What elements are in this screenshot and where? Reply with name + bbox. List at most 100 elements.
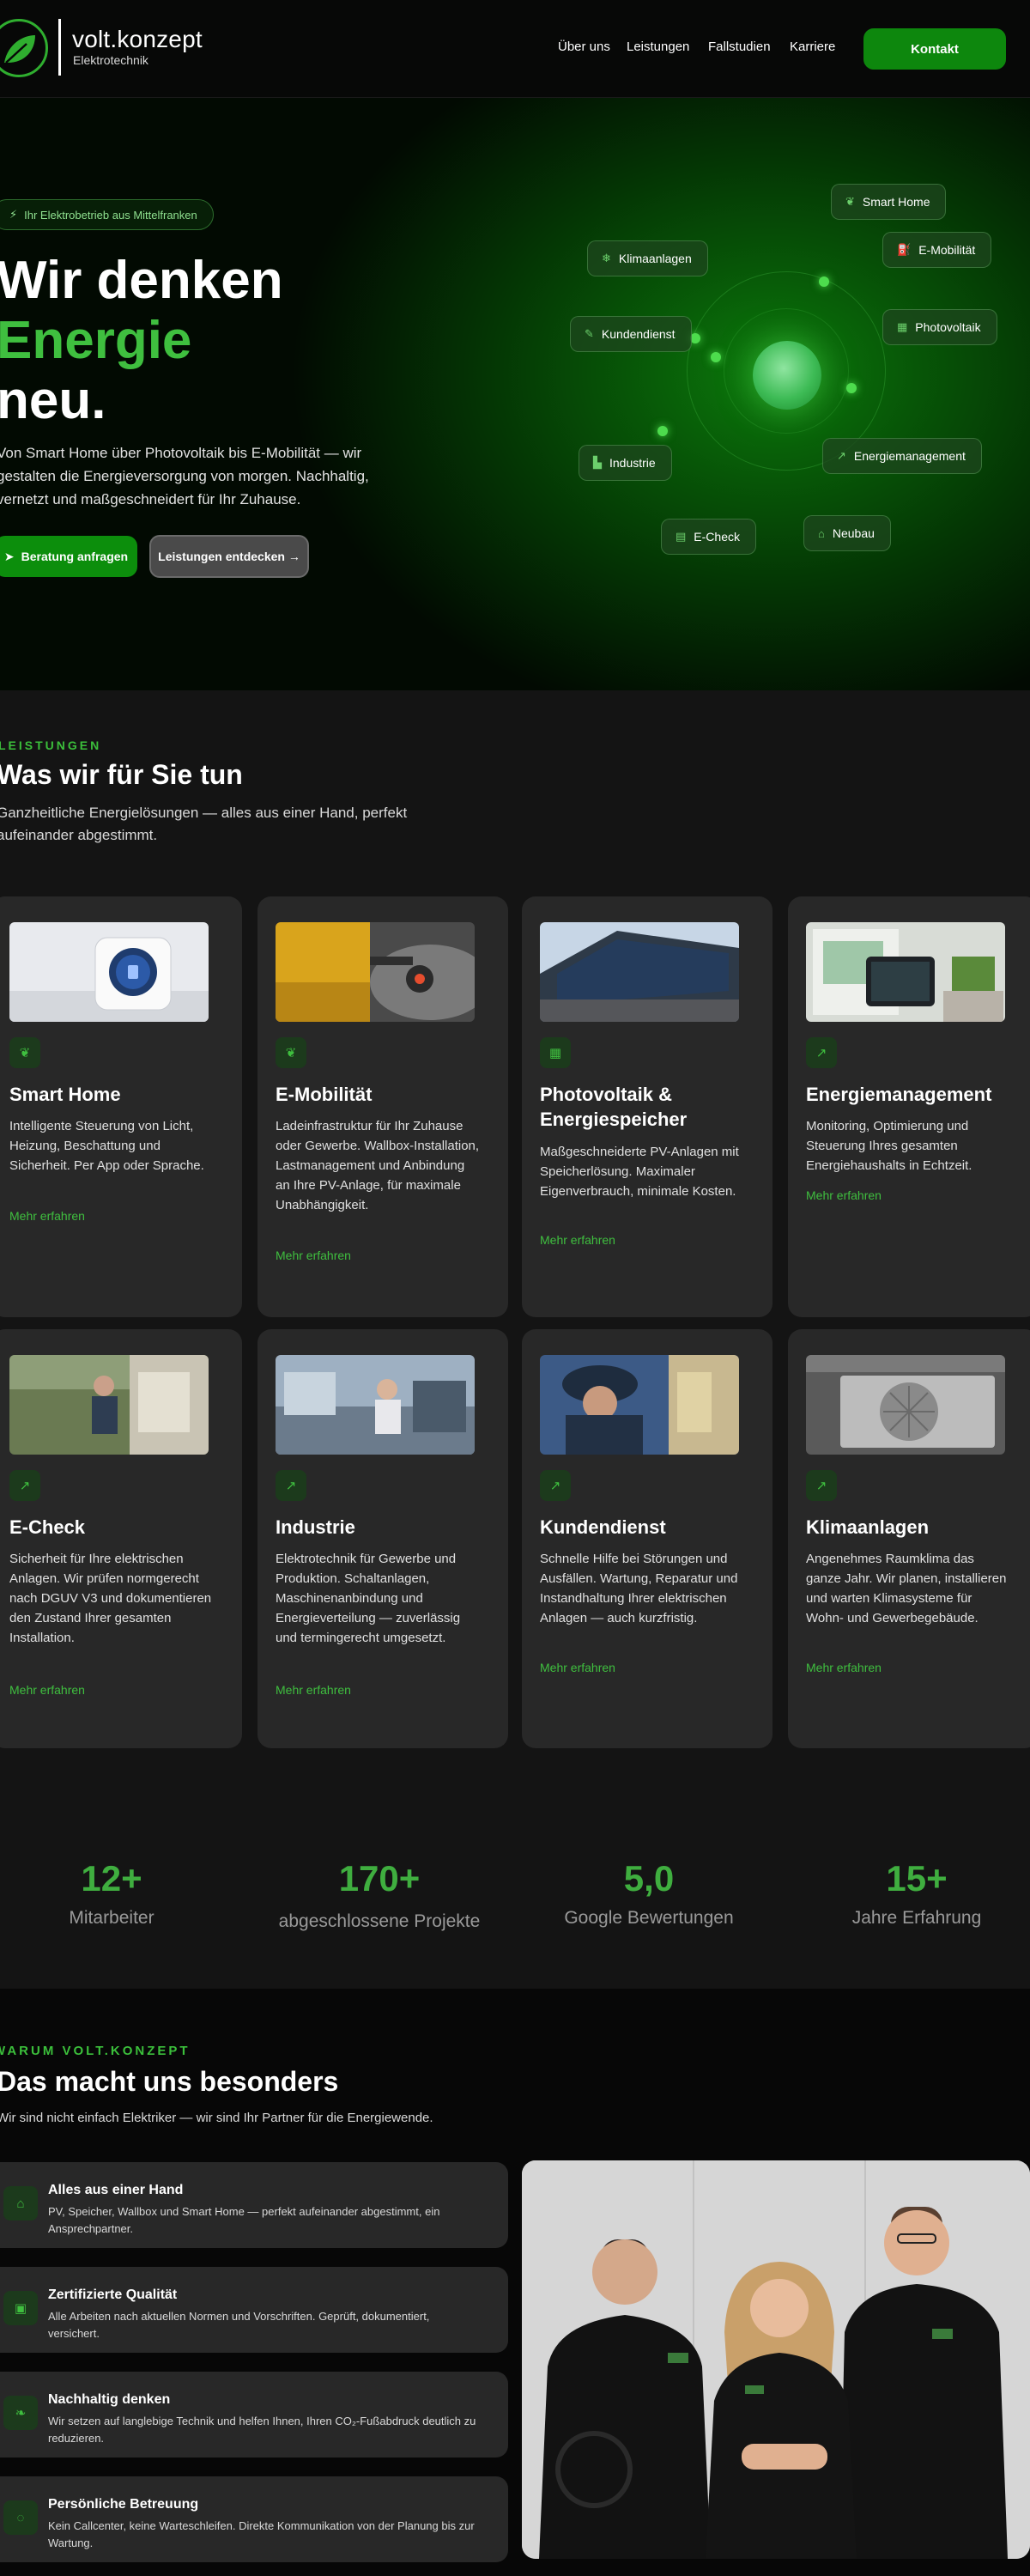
- stat-label: abgeschlossene Projekte: [278, 1911, 481, 1931]
- stat-label: Mitarbeiter: [69, 1908, 154, 1928]
- energy-orb: [753, 341, 821, 410]
- contact-button[interactable]: Kontakt: [863, 28, 1006, 70]
- card-more-link[interactable]: Mehr erfahren: [806, 1661, 882, 1674]
- chart-icon: ↗: [837, 449, 846, 462]
- e-mobility-image: [276, 922, 475, 1022]
- customer-service-image: [540, 1355, 739, 1455]
- card-text: Schnelle Hilfe bei Störungen und Ausfäll…: [540, 1552, 738, 1625]
- nav-fallstudien[interactable]: Fallstudien: [708, 39, 771, 54]
- e-check-image: [9, 1355, 209, 1455]
- why-item-zertifizierte-qualitaet: ▣ Zertifizierte Qualität Alle Arbeiten n…: [0, 2267, 508, 2353]
- card-text: Angenehmes Raumklima das ganze Jahr. Wir…: [806, 1552, 1007, 1625]
- chart-icon: ↗: [540, 1470, 571, 1501]
- why-item-text: Kein Callcenter, keine Warteschleifen. D…: [48, 2519, 475, 2549]
- pill-industrie[interactable]: ▙ Industrie: [579, 445, 672, 481]
- why-item-title: Nachhaltig denken: [48, 2392, 171, 2407]
- smart-home-image: [9, 922, 209, 1022]
- nav-leistungen[interactable]: Leistungen: [627, 39, 689, 54]
- sprout-icon: ❧: [3, 2396, 38, 2430]
- logo-leaf-icon[interactable]: [0, 19, 48, 77]
- consultation-button-label: Beratung anfragen: [21, 550, 129, 563]
- card-text: Monitoring, Optimierung und Steuerung Ih…: [806, 1119, 972, 1173]
- explore-services-button[interactable]: Leistungen entdecken →: [149, 535, 309, 578]
- service-card-energiemanagement[interactable]: ↗ Energiemanagement Monitoring, Optimier…: [788, 896, 1030, 1317]
- card-more-link[interactable]: Mehr erfahren: [276, 1249, 351, 1262]
- card-more-link[interactable]: Mehr erfahren: [540, 1661, 615, 1674]
- house-icon: ⌂: [818, 526, 825, 540]
- certificate-icon: ▣: [3, 2291, 38, 2325]
- solar-panel-icon: ▦: [540, 1037, 571, 1068]
- card-title: E-Check: [9, 1516, 86, 1538]
- nav-karriere[interactable]: Karriere: [790, 39, 835, 54]
- orbit-dot: [657, 426, 668, 436]
- site-header: volt.konzept Elektrotechnik Über uns Lei…: [0, 0, 1030, 98]
- team-photo: [522, 2160, 1030, 2559]
- stat-label: Google Bewertungen: [564, 1908, 734, 1928]
- orbit-dot: [819, 276, 829, 287]
- industry-image: [276, 1355, 475, 1455]
- card-title: Energiemanagement: [806, 1084, 992, 1105]
- pill-klimaanlagen[interactable]: ❄ Klimaanlagen: [587, 240, 708, 276]
- stat-value: 170+: [338, 1858, 421, 1899]
- service-card-industrie[interactable]: ↗ Industrie Elektrotechnik für Gewerbe u…: [258, 1329, 508, 1748]
- card-title: Smart Home: [9, 1084, 121, 1105]
- why-item-text: Wir setzen auf langlebige Technik und he…: [48, 2415, 476, 2445]
- wrench-icon: ✎: [585, 327, 594, 340]
- service-card-klimaanlagen[interactable]: ↗ Klimaanlagen Angenehmes Raumklima das …: [788, 1329, 1030, 1748]
- snowflake-icon: ❄: [602, 252, 611, 264]
- why-item-title: Zertifizierte Qualität: [48, 2287, 178, 2302]
- orbit-dot: [711, 352, 721, 362]
- chart-icon: ↗: [9, 1470, 40, 1501]
- card-more-link[interactable]: Mehr erfahren: [9, 1209, 85, 1223]
- pill-smart-home[interactable]: ❦ Smart Home: [831, 184, 947, 220]
- why-item-persoenliche-betreuung: ◌ Persönliche Betreuung Kein Callcenter,…: [0, 2476, 508, 2562]
- stat-value: 5,0: [623, 1858, 675, 1899]
- photovoltaics-image: [540, 922, 739, 1022]
- orbit-dot: [846, 383, 857, 393]
- air-conditioning-image: [806, 1355, 1005, 1455]
- card-more-link[interactable]: Mehr erfahren: [276, 1683, 351, 1697]
- card-text: Intelligente Steuerung von Licht, Heizun…: [9, 1119, 204, 1173]
- logo-divider: [58, 19, 61, 76]
- factory-icon: ▙: [593, 456, 602, 469]
- card-more-link[interactable]: Mehr erfahren: [540, 1233, 615, 1247]
- pill-energiemanagement[interactable]: ↗ Energiemanagement: [822, 438, 982, 474]
- services-eyebrow: LEISTUNGEN: [0, 738, 102, 752]
- why-item-alles-aus-einer-hand: ⌂ Alles aus einer Hand PV, Speicher, Wal…: [0, 2162, 508, 2248]
- card-title: Industrie: [276, 1516, 355, 1538]
- chart-icon: ↗: [276, 1470, 306, 1501]
- stats-section: 12+ Mitarbeiter 170+ abgeschlossene Proj…: [0, 1774, 1030, 1989]
- card-title: Kundendienst: [540, 1516, 666, 1538]
- service-card-photovoltaik[interactable]: ▦ Photovoltaik & Energiespeicher Maßgesc…: [522, 896, 772, 1317]
- support-icon: ◌: [3, 2500, 38, 2535]
- pill-e-check[interactable]: ▤ E-Check: [661, 519, 756, 555]
- chart-icon: ↗: [806, 1037, 837, 1068]
- pill-photovoltaik[interactable]: ▦ Photovoltaik: [882, 309, 997, 345]
- why-item-text: PV, Speicher, Wallbox und Smart Home — p…: [48, 2205, 440, 2235]
- consultation-button[interactable]: ➤ Beratung anfragen: [0, 536, 137, 577]
- service-card-e-check[interactable]: ↗ E-Check Sicherheit für Ihre elektrisch…: [0, 1329, 242, 1748]
- orbit-dot: [690, 333, 700, 343]
- service-card-kundendienst[interactable]: ↗ Kundendienst Schnelle Hilfe bei Störun…: [522, 1329, 772, 1748]
- brand-name[interactable]: volt.konzept: [72, 26, 203, 53]
- card-more-link[interactable]: Mehr erfahren: [806, 1188, 882, 1202]
- why-item-nachhaltig-denken: ❧ Nachhaltig denken Wir setzen auf langl…: [0, 2372, 508, 2458]
- card-text: Elektrotechnik für Gewerbe und Produktio…: [276, 1552, 461, 1645]
- hero-section: ⚡ Ihr Elektrobetrieb aus Mittelfranken W…: [0, 98, 1030, 690]
- service-card-smart-home[interactable]: ❦ Smart Home Intelligente Steuerung von …: [0, 896, 242, 1317]
- pill-kundendienst[interactable]: ✎ Kundendienst: [570, 316, 692, 352]
- hero-text: Von Smart Home über Photovoltaik bis E-M…: [0, 445, 369, 507]
- why-item-text: Alle Arbeiten nach aktuellen Normen und …: [48, 2310, 430, 2340]
- nav-ueber-uns[interactable]: Über uns: [558, 39, 610, 54]
- brand-subtitle: Elektrotechnik: [73, 53, 148, 67]
- pill-neubau[interactable]: ⌂ Neubau: [803, 515, 891, 551]
- why-title: Das macht uns besonders: [0, 2066, 339, 2097]
- services-lead: Ganzheitliche Energielösungen — alles au…: [0, 805, 408, 843]
- leaf-icon: ❦: [276, 1037, 306, 1068]
- pill-e-mobilitaet[interactable]: ⛽ E-Mobilität: [882, 232, 992, 268]
- hero-headline-2: Energie: [0, 311, 192, 370]
- card-more-link[interactable]: Mehr erfahren: [9, 1683, 85, 1697]
- bolt-icon: ⚡: [9, 208, 18, 221]
- house-icon: ⌂: [3, 2186, 38, 2221]
- service-card-e-mobilitaet[interactable]: ❦ E-Mobilität Ladeinfrastruktur für Ihr …: [258, 896, 508, 1317]
